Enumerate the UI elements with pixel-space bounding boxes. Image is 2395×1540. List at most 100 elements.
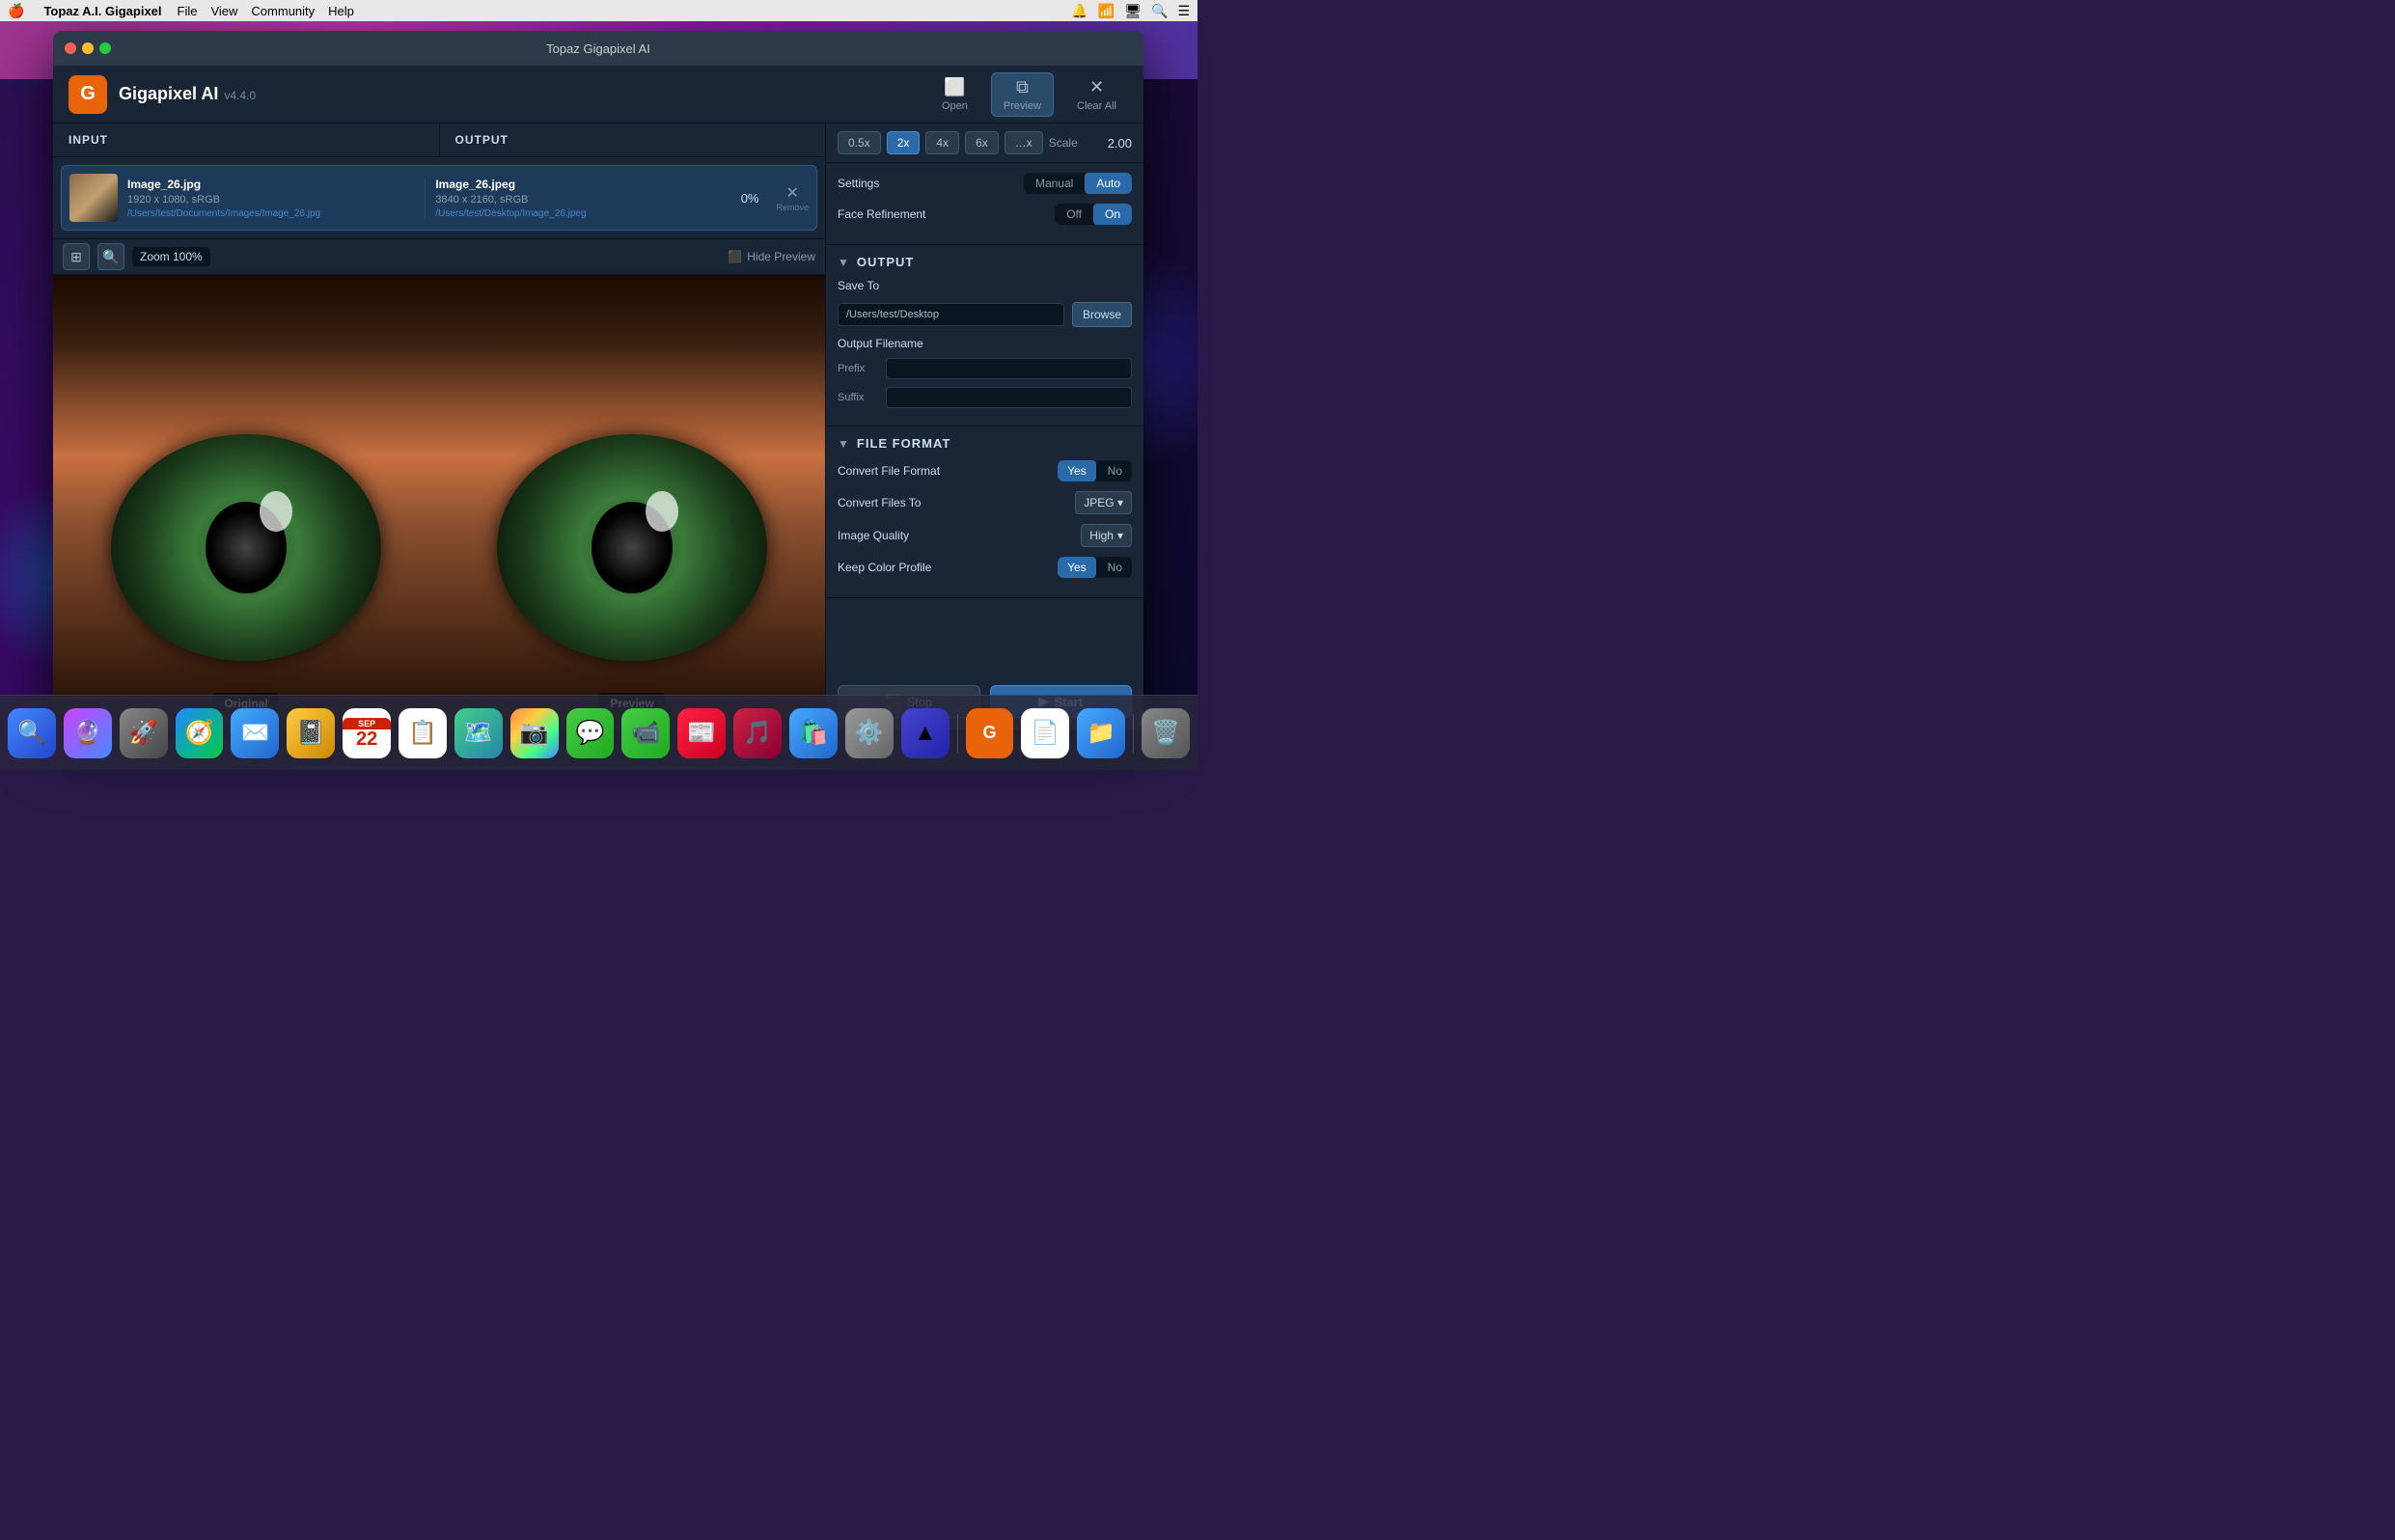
scale-2x[interactable]: 2x — [887, 131, 921, 154]
dock-maps[interactable]: 🗺️ — [454, 708, 503, 758]
face-refinement-toggle: Off On — [1055, 204, 1132, 225]
scale-6x[interactable]: 6x — [965, 131, 999, 154]
auto-button[interactable]: Auto — [1085, 173, 1132, 194]
dock-trash[interactable]: 🗑️ — [1142, 708, 1190, 758]
preview-icon: ⧉ — [1016, 77, 1029, 97]
fit-button[interactable]: ⊞ — [63, 243, 90, 270]
scale-value: 2.00 — [1108, 136, 1132, 151]
convert-format-toggle: Yes No — [1058, 460, 1132, 481]
left-panel: INPUT OUTPUT Image_26.jpg 1920 x 1080, s… — [53, 124, 825, 729]
dock: 🔍 🔮 🚀 🧭 ✉️ 📓 SEP 22 📋 🗺️ 📷 💬 📹 📰 🎵 🛍️ ⚙️… — [0, 695, 1198, 770]
keep-no-button[interactable]: No — [1098, 557, 1132, 578]
dock-separator — [957, 714, 958, 753]
dock-finder2[interactable]: 📁 — [1077, 708, 1125, 758]
dock-altair[interactable]: ▲ — [901, 708, 950, 758]
dock-settings[interactable]: ⚙️ — [845, 708, 894, 758]
wifi-icon: 📶 — [1098, 3, 1115, 19]
menu-view[interactable]: View — [210, 4, 237, 18]
input-dims: 1920 x 1080, sRGB — [127, 194, 415, 206]
output-section-header[interactable]: ▼ OUTPUT — [838, 255, 1132, 269]
prefix-input[interactable] — [886, 358, 1132, 379]
dock-launchpad[interactable]: 🚀 — [120, 708, 168, 758]
keep-color-row: Keep Color Profile Yes No — [838, 557, 1132, 578]
dock-finder[interactable]: 🔍 — [8, 708, 56, 758]
convert-format-row: Convert File Format Yes No — [838, 460, 1132, 481]
preview-button[interactable]: ⧉ Preview — [991, 72, 1054, 117]
file-format-header[interactable]: ▼ FILE FORMAT — [838, 436, 1132, 451]
convert-format-label: Convert File Format — [838, 464, 1058, 478]
open-button[interactable]: ⬜ Open — [930, 73, 979, 116]
minimize-button[interactable] — [82, 42, 94, 54]
path-input[interactable] — [838, 303, 1064, 326]
dock-reminders[interactable]: 📋 — [399, 708, 447, 758]
output-header: OUTPUT — [440, 124, 826, 156]
window-title: Topaz Gigapixel AI — [546, 41, 650, 56]
dock-photos[interactable]: 📷 — [510, 708, 559, 758]
scale-custom[interactable]: …x — [1005, 131, 1043, 154]
dock-document[interactable]: 📄 — [1021, 708, 1069, 758]
suffix-input[interactable] — [886, 387, 1132, 408]
zoom-label: Zoom 100% — [132, 247, 210, 266]
menu-file[interactable]: File — [178, 4, 198, 18]
dock-messages[interactable]: 💬 — [566, 708, 615, 758]
dock-music[interactable]: 🎵 — [733, 708, 782, 758]
zoom-in-button[interactable]: 🔍 — [97, 243, 124, 270]
keep-yes-button[interactable]: Yes — [1058, 557, 1096, 578]
file-format-section: ▼ FILE FORMAT Convert File Format Yes No… — [826, 426, 1143, 598]
split-preview: Original Preview — [53, 275, 825, 729]
scale-label: Scale — [1049, 136, 1078, 150]
image-quality-row: Image Quality High ▾ — [838, 524, 1132, 547]
preview-toolbar: ⊞ 🔍 Zoom 100% ⬛ Hide Preview — [53, 238, 825, 275]
output-filename: Image_26.jpeg — [435, 178, 723, 191]
dock-topaz-gigapixel[interactable]: G — [966, 708, 1014, 758]
eye-highlight — [260, 491, 292, 532]
convert-no-button[interactable]: No — [1098, 460, 1132, 481]
notification-icon[interactable]: 🔔 — [1071, 3, 1087, 19]
output-section: ▼ OUTPUT Save To Browse Output Filename … — [826, 245, 1143, 426]
dock-facetime[interactable]: 📹 — [621, 708, 670, 758]
search-icon[interactable]: 🔍 — [1151, 3, 1168, 19]
dock-mail[interactable]: ✉️ — [231, 708, 279, 758]
save-to-row: Save To — [838, 279, 1132, 292]
face-refinement-row: Face Refinement Off On — [838, 204, 1132, 225]
dock-news[interactable]: 📰 — [677, 708, 726, 758]
control-center-icon[interactable]: ☰ — [1177, 3, 1190, 19]
on-button[interactable]: On — [1093, 204, 1132, 225]
preview-area: ⊞ 🔍 Zoom 100% ⬛ Hide Preview — [53, 238, 825, 729]
app-title: Gigapixel AI — [119, 84, 218, 104]
input-header: INPUT — [53, 124, 440, 156]
output-section-title: OUTPUT — [857, 255, 914, 269]
app-logo: G — [69, 75, 107, 114]
browse-button[interactable]: Browse — [1072, 302, 1132, 327]
off-button[interactable]: Off — [1055, 204, 1093, 225]
maximize-button[interactable] — [99, 42, 111, 54]
apple-menu[interactable]: 🍎 — [8, 3, 24, 19]
clear-all-button[interactable]: ✕ Clear All — [1065, 73, 1128, 116]
scale-05x[interactable]: 0.5x — [838, 131, 881, 154]
dock-notes[interactable]: 📓 — [287, 708, 335, 758]
convert-yes-button[interactable]: Yes — [1058, 460, 1096, 481]
main-window: Topaz Gigapixel AI G Gigapixel AI v4.4.0… — [53, 31, 1143, 729]
remove-button[interactable]: ✕ Remove — [776, 183, 809, 212]
clear-icon: ✕ — [1089, 77, 1104, 97]
output-dims: 3840 x 2160, sRGB — [435, 194, 723, 206]
menu-community[interactable]: Community — [251, 4, 315, 18]
format-select[interactable]: JPEG ▾ — [1075, 491, 1132, 514]
close-button[interactable] — [65, 42, 76, 54]
dock-appstore[interactable]: 🛍️ — [789, 708, 838, 758]
scale-4x[interactable]: 4x — [925, 131, 959, 154]
window-controls — [65, 42, 111, 54]
menu-help[interactable]: Help — [328, 4, 354, 18]
dock-siri[interactable]: 🔮 — [64, 708, 112, 758]
app-version: v4.4.0 — [224, 89, 256, 102]
eye-highlight-preview — [646, 491, 678, 532]
hide-preview-button[interactable]: ⬛ Hide Preview — [728, 250, 815, 263]
title-bar: Topaz Gigapixel AI — [53, 31, 1143, 66]
quality-select[interactable]: High ▾ — [1081, 524, 1132, 547]
dock-safari[interactable]: 🧭 — [176, 708, 224, 758]
preview-image — [439, 275, 825, 729]
dock-calendar[interactable]: SEP 22 — [343, 708, 391, 758]
app-name: Topaz A.I. Gigapixel — [43, 4, 161, 18]
manual-button[interactable]: Manual — [1024, 173, 1085, 194]
menu-bar: 🍎 Topaz A.I. Gigapixel File View Communi… — [0, 0, 1198, 21]
